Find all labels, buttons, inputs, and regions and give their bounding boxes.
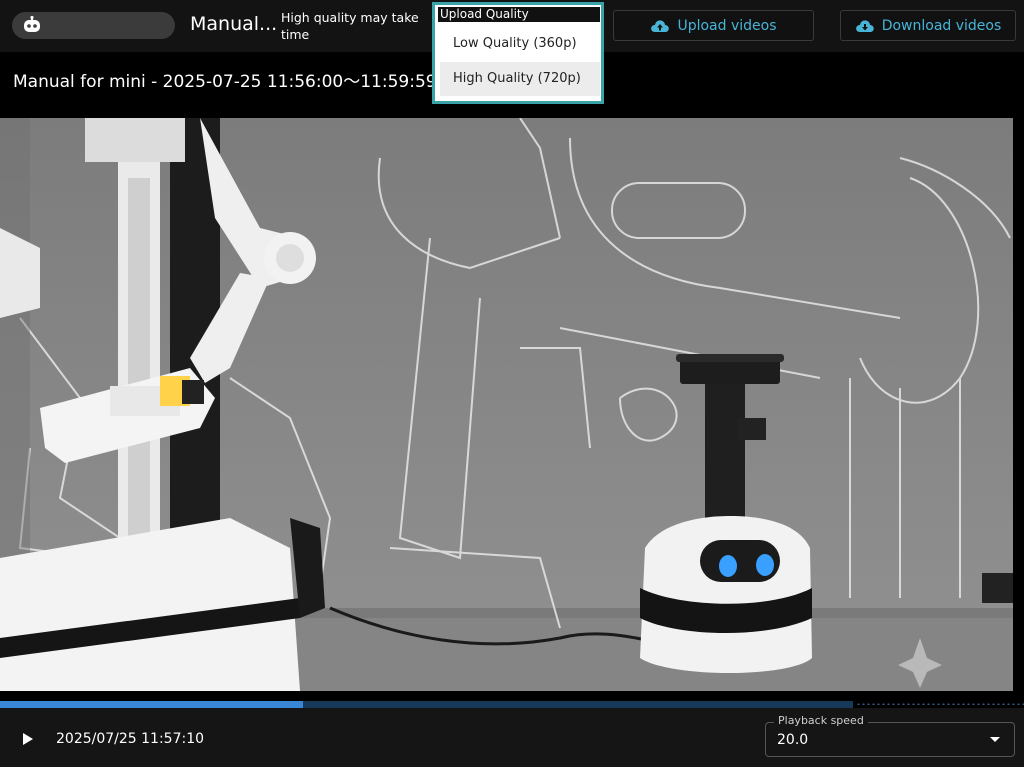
cloud-download-icon <box>855 19 874 32</box>
app-menu-pill[interactable] <box>12 12 175 39</box>
video-progress-bar[interactable] <box>0 701 1024 708</box>
option-high-quality[interactable]: High Quality (720p) <box>440 62 600 96</box>
played-range <box>0 701 304 708</box>
caret-down-icon <box>990 737 1000 742</box>
playback-speed-value: 20.0 <box>777 732 809 748</box>
quality-hint: High quality may take time <box>281 10 419 42</box>
upload-videos-button[interactable]: Upload videos <box>613 10 814 41</box>
video-frame <box>0 118 1013 691</box>
unbuffered-range <box>855 703 1024 705</box>
player-controls: 2025/07/25 11:57:10 Playback speed 20.0 <box>0 708 1024 767</box>
upload-videos-label: Upload videos <box>677 17 777 34</box>
playback-speed-label: Playback speed <box>774 714 868 727</box>
upload-quality-title: Upload Quality <box>438 7 600 22</box>
recording-title-short: Manual... <box>190 13 278 35</box>
play-icon[interactable] <box>18 730 36 748</box>
download-videos-label: Download videos <box>881 17 1002 34</box>
cloud-upload-icon <box>651 19 670 32</box>
robot-icon <box>24 16 40 32</box>
video-title: Manual for mini - 2025-07-25 11:56:00〜11… <box>13 72 437 92</box>
upload-quality-dropdown[interactable]: Upload Quality Low Quality (360p) High Q… <box>432 2 604 104</box>
current-timestamp: 2025/07/25 11:57:10 <box>56 731 205 747</box>
download-videos-button[interactable]: Download videos <box>840 10 1016 41</box>
option-low-quality[interactable]: Low Quality (360p) <box>440 27 600 61</box>
video-player[interactable] <box>0 118 1013 691</box>
playback-speed-select[interactable]: Playback speed 20.0 <box>765 714 1015 757</box>
